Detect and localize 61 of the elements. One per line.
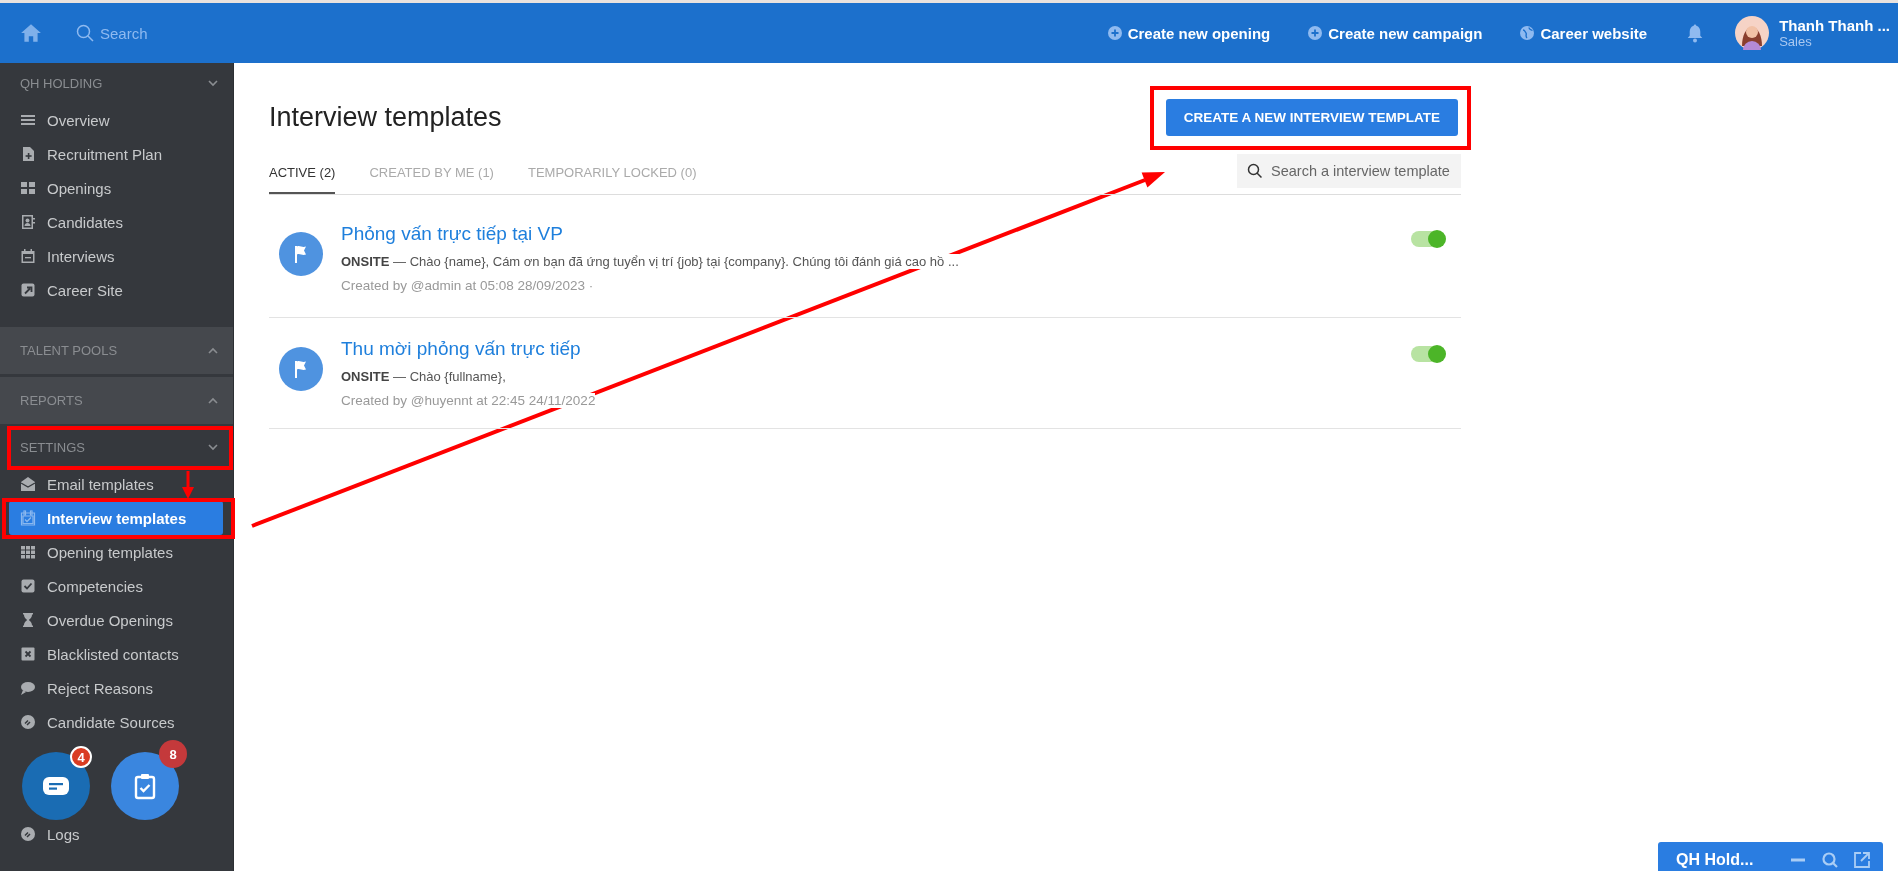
flag-icon: [279, 347, 323, 391]
sidebar-item[interactable]: Blacklisted contacts: [0, 637, 233, 671]
grid-icon: [20, 180, 36, 196]
checkbox-icon: [20, 578, 36, 594]
search-field[interactable]: Search a interview template: [1237, 154, 1461, 188]
user-role: Sales: [1779, 34, 1813, 49]
user-name: Thanh Thanh ...: [1779, 17, 1890, 34]
sidebar-item[interactable]: Opening templates: [0, 535, 233, 569]
search-icon: [76, 24, 94, 42]
chat-widget-bar[interactable]: QH Hold...: [1658, 842, 1883, 871]
envelope-icon: [20, 476, 36, 492]
template-summary: ONSITE — Chào {fullname},: [341, 369, 506, 384]
sidebar-item[interactable]: Overview: [0, 103, 233, 137]
template-title-link[interactable]: Phỏng vấn trực tiếp tại VP: [341, 223, 563, 245]
create-template-button[interactable]: CREATE A NEW INTERVIEW TEMPLATE: [1165, 99, 1458, 136]
flag-icon: [279, 232, 323, 276]
toggle-switch[interactable]: [1411, 346, 1445, 362]
grid-icon: [20, 544, 36, 560]
template-meta: Created by @admin at 05:08 28/09/2023 ·: [341, 278, 594, 293]
hourglass-icon: [20, 612, 36, 628]
document-plus-icon: [20, 146, 36, 162]
contact-card-icon: [20, 214, 36, 230]
toggle-switch[interactable]: [1411, 231, 1445, 247]
sidebar-item[interactable]: Reject Reasons: [0, 671, 233, 705]
sidebar-item[interactable]: Candidates: [0, 205, 233, 239]
plus-circle-icon: [1308, 26, 1323, 40]
home-icon[interactable]: [20, 22, 42, 44]
avatar-icon[interactable]: [1735, 16, 1770, 50]
annotation-arrow: [182, 471, 194, 499]
nav-link[interactable]: Create new opening: [1107, 24, 1271, 42]
sidebar-item[interactable]: Competencies: [0, 569, 233, 603]
sidebar-section-header[interactable]: QH HOLDING: [0, 63, 233, 103]
sidebar-item[interactable]: Overdue Openings: [0, 603, 233, 637]
nav-link[interactable]: Create new campaign: [1308, 24, 1483, 42]
link-circle-icon: [20, 826, 36, 842]
sidebar-item[interactable]: Recruitment Plan: [0, 137, 233, 171]
sidebar-item[interactable]: Interviews: [0, 239, 233, 273]
template-summary: ONSITE — Chào {name}, Cám ơn bạn đã ứng tuyển vị trí {job} tại {company}. Chúng tôi đánh giá cao hồ ...: [341, 254, 959, 269]
x-box-icon: [20, 646, 36, 662]
sidebar-item[interactable]: Logs: [0, 817, 233, 851]
globe-icon: [1520, 26, 1535, 40]
menu-icon: [20, 112, 36, 128]
sidebar-section-header[interactable]: SETTINGS: [0, 427, 233, 467]
widget-title: QH Hold...: [1676, 851, 1755, 869]
template-meta: Created by @huyennt at 22:45 24/11/2022: [341, 393, 596, 408]
page-title: Interview templates: [269, 102, 502, 133]
nav-link[interactable]: Career website: [1520, 24, 1648, 42]
sidebar-item[interactable]: Interview templates: [9, 501, 223, 535]
external-link-icon: [20, 282, 36, 298]
external-link-icon[interactable]: [1853, 851, 1871, 869]
speech-bubble-icon: [20, 680, 36, 696]
calendar-check-icon: [20, 510, 36, 526]
tab[interactable]: ACTIVE (2): [269, 165, 336, 194]
search-icon[interactable]: [1821, 851, 1839, 869]
plus-circle-icon: [1107, 26, 1122, 40]
link-circle-icon: [20, 714, 36, 730]
sidebar-item[interactable]: Career Site: [0, 273, 233, 307]
sidebar-item[interactable]: Openings: [0, 171, 233, 205]
template-title-link[interactable]: Thu mời phỏng vấn trực tiếp: [341, 338, 581, 360]
calendar-icon: [20, 248, 36, 264]
sidebar-item[interactable]: Candidate Sources: [0, 705, 233, 739]
